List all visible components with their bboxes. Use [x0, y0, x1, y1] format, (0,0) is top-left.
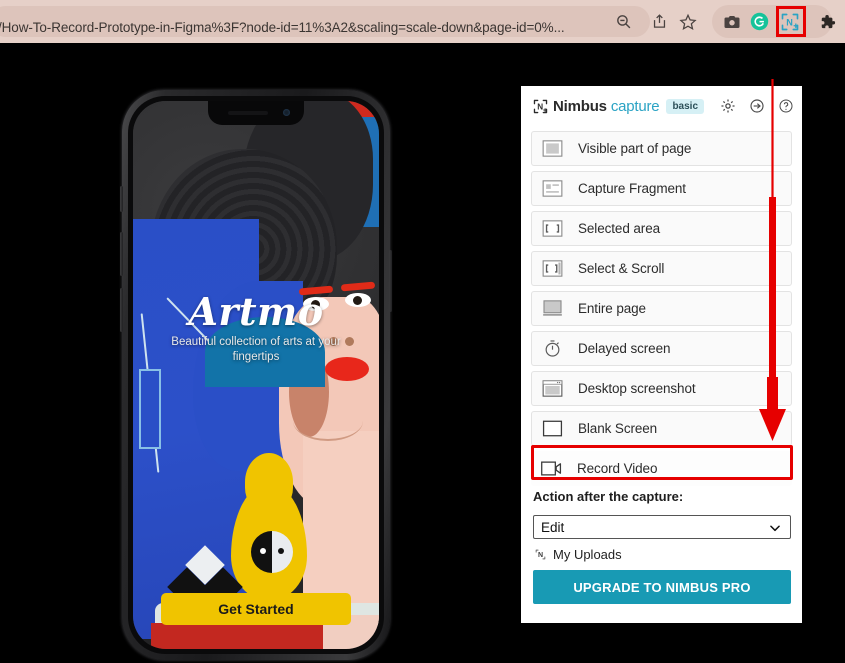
menu-item-label: Visible part of page — [578, 141, 692, 156]
brand-name-primary: Nimbus — [553, 97, 607, 115]
menu-item-label: Capture Fragment — [578, 181, 686, 196]
app-subtitle: Beautiful collection of arts at your fin… — [171, 336, 341, 363]
my-uploads-label: My Uploads — [553, 547, 622, 562]
phone-volume-down-button — [120, 288, 123, 332]
selected-area-icon — [540, 219, 565, 239]
browser-toolbar: /How-To-Record-Prototype-in-Figma%3F?nod… — [0, 0, 845, 43]
my-uploads-link[interactable]: N My Uploads — [534, 547, 622, 562]
menu-item-label: Selected area — [578, 221, 661, 236]
visible-part-icon — [540, 139, 565, 159]
video-camera-icon — [539, 459, 564, 479]
menu-item-blank-screen[interactable]: Blank Screen — [531, 411, 792, 446]
nimbus-capture-panel: N Nimbus capture basic Visible part of p… — [521, 86, 802, 623]
menu-item-label: Select & Scroll — [578, 261, 665, 276]
phone-notch — [208, 101, 304, 125]
phone-screen: Artmo Beautiful collection of arts at yo… — [133, 101, 379, 649]
blank-screen-icon — [540, 419, 565, 439]
page-content-area: Artmo Beautiful collection of arts at yo… — [0, 43, 845, 663]
menu-item-label: Record Video — [577, 461, 658, 476]
menu-item-record-video[interactable]: Record Video — [531, 451, 792, 486]
menu-item-delayed-screen[interactable]: Delayed screen — [531, 331, 792, 366]
brand-name-secondary: capture — [610, 97, 660, 115]
menu-item-label: Delayed screen — [578, 341, 671, 356]
sign-in-icon[interactable] — [748, 97, 765, 114]
desktop-icon — [540, 379, 565, 399]
phone-front-camera — [283, 109, 290, 116]
camera-extension-icon[interactable] — [720, 10, 743, 33]
phone-mockup: Artmo Beautiful collection of arts at yo… — [120, 90, 392, 660]
bookmark-star-icon[interactable] — [676, 10, 699, 33]
extensions-puzzle-icon[interactable] — [815, 10, 838, 33]
action-after-capture-value: Edit — [541, 519, 565, 535]
phone-power-button — [389, 250, 392, 312]
plan-badge: basic — [666, 98, 705, 114]
fragment-icon — [540, 179, 565, 199]
menu-item-label: Desktop screenshot — [578, 381, 696, 396]
nimbus-small-logo-icon: N — [534, 548, 547, 561]
app-artwork — [133, 101, 379, 649]
screenshot-root: /How-To-Record-Prototype-in-Figma%3F?nod… — [0, 0, 845, 663]
nimbus-logo-icon: N — [532, 98, 549, 115]
select-scroll-icon — [540, 259, 565, 279]
grammarly-extension-icon[interactable] — [748, 10, 771, 33]
nimbus-icon-highlight-box — [776, 6, 806, 37]
zoom-out-icon[interactable] — [612, 10, 635, 33]
phone-speaker — [228, 111, 268, 115]
share-icon[interactable] — [648, 10, 671, 33]
menu-item-entire-page[interactable]: Entire page — [531, 291, 792, 326]
menu-item-desktop-screenshot[interactable]: Desktop screenshot — [531, 371, 792, 406]
address-bar[interactable]: /How-To-Record-Prototype-in-Figma%3F?nod… — [0, 6, 650, 37]
menu-item-select-and-scroll[interactable]: Select & Scroll — [531, 251, 792, 286]
panel-header-icons — [719, 97, 794, 114]
svg-text:N: N — [538, 552, 543, 559]
get-started-button[interactable]: Get Started — [161, 593, 351, 625]
menu-item-selected-area[interactable]: Selected area — [531, 211, 792, 246]
action-after-capture-label: Action after the capture: — [533, 489, 684, 504]
menu-item-capture-fragment[interactable]: Capture Fragment — [531, 171, 792, 206]
menu-item-visible-part-of-page[interactable]: Visible part of page — [531, 131, 792, 166]
panel-header: N Nimbus capture basic — [521, 86, 802, 126]
phone-mute-switch — [120, 186, 123, 212]
chevron-down-icon — [768, 521, 782, 540]
action-after-capture-select[interactable]: Edit — [533, 515, 791, 539]
svg-text:N: N — [537, 102, 543, 111]
phone-bezel: Artmo Beautiful collection of arts at yo… — [128, 96, 384, 654]
phone-volume-up-button — [120, 232, 123, 276]
menu-item-label: Entire page — [578, 301, 646, 316]
upgrade-to-nimbus-pro-button[interactable]: UPGRADE TO NIMBUS PRO — [533, 570, 791, 604]
help-question-icon[interactable] — [777, 97, 794, 114]
entire-page-icon — [540, 299, 565, 319]
menu-item-label: Blank Screen — [578, 421, 658, 436]
app-title: Artmo — [188, 289, 324, 334]
address-bar-url: /How-To-Record-Prototype-in-Figma%3F?nod… — [0, 20, 565, 35]
timer-icon — [540, 339, 565, 359]
settings-gear-icon[interactable] — [719, 97, 736, 114]
capture-mode-menu: Visible part of page Capture Fragment Se… — [531, 131, 792, 491]
